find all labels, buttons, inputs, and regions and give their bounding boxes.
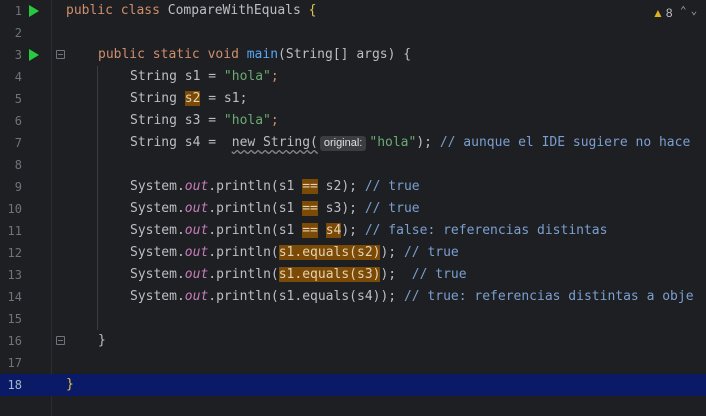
usage-highlight: s4 [325, 223, 342, 238]
line-number[interactable]: 7 [0, 132, 22, 154]
code-line-5[interactable]: 5 String s2 = s1; [0, 88, 706, 110]
code-line-18-current[interactable]: 18 } [0, 374, 706, 396]
line-number[interactable]: 15 [0, 308, 22, 330]
code-line-1[interactable]: 1 public class CompareWithEquals { [0, 0, 706, 22]
code-line-4[interactable]: 4 String s1 = "hola"; [0, 66, 706, 88]
usage-highlight: s1.equals(s3) [278, 267, 381, 282]
usage-highlight: == [302, 201, 318, 216]
usage-highlight: == [302, 223, 318, 238]
run-method-icon[interactable] [29, 49, 39, 61]
line-number[interactable]: 3 [0, 44, 22, 66]
code-text[interactable]: } [66, 374, 74, 396]
line-number[interactable]: 13 [0, 264, 22, 286]
code-line-11[interactable]: 11 System.out.println(s1 == s4); // fals… [0, 220, 706, 242]
code-line-3[interactable]: 3 public static void main(String[] args)… [0, 44, 706, 66]
redundant-new-string: new String( [231, 135, 318, 150]
line-number[interactable]: 2 [0, 22, 22, 44]
code-text[interactable]: public class CompareWithEquals { [66, 0, 316, 22]
code-text[interactable]: } [98, 330, 106, 352]
code-text[interactable]: String s3 = "hola"; [130, 110, 279, 132]
code-text[interactable]: System.out.println(s1 == s4); // false: … [130, 220, 607, 242]
line-number[interactable]: 18 [0, 374, 22, 396]
code-text[interactable]: System.out.println(s1.equals(s3)); // tr… [130, 264, 467, 286]
usage-highlight: s1.equals(s2) [278, 245, 381, 260]
code-line-17[interactable]: 17 [0, 352, 706, 374]
code-text[interactable]: System.out.println(s1 == s2); // true [130, 176, 420, 198]
line-number[interactable]: 10 [0, 198, 22, 220]
line-number[interactable]: 14 [0, 286, 22, 308]
usage-highlight: == [302, 179, 318, 194]
code-line-13[interactable]: 13 System.out.println(s1.equals(s3)); //… [0, 264, 706, 286]
code-line-15[interactable]: 15 [0, 308, 706, 330]
line-number[interactable]: 5 [0, 88, 22, 110]
code-text[interactable]: String s1 = "hola"; [130, 66, 279, 88]
code-text[interactable]: String s4 = new String(original: "hola");… [130, 132, 690, 154]
line-number[interactable]: 12 [0, 242, 22, 264]
inlay-hint: original: [319, 136, 367, 151]
line-number[interactable]: 11 [0, 220, 22, 242]
line-number[interactable]: 8 [0, 154, 22, 176]
code-line-12[interactable]: 12 System.out.println(s1.equals(s2)); //… [0, 242, 706, 264]
code-line-2[interactable]: 2 [0, 22, 706, 44]
line-number[interactable]: 17 [0, 352, 22, 374]
code-line-9[interactable]: 9 System.out.println(s1 == s2); // true [0, 176, 706, 198]
code-text[interactable]: String s2 = s1; [130, 88, 247, 110]
code-line-6[interactable]: 6 String s3 = "hola"; [0, 110, 706, 132]
code-text[interactable]: System.out.println(s1.equals(s4)); // tr… [130, 286, 694, 308]
line-number[interactable]: 4 [0, 66, 22, 88]
code-line-8[interactable]: 8 [0, 154, 706, 176]
code-line-10[interactable]: 10 System.out.println(s1 == s3); // true [0, 198, 706, 220]
fold-icon[interactable] [56, 50, 65, 59]
line-number[interactable]: 6 [0, 110, 22, 132]
code-text[interactable]: System.out.println(s1.equals(s2)); // tr… [130, 242, 459, 264]
code-line-14[interactable]: 14 System.out.println(s1.equals(s4)); //… [0, 286, 706, 308]
code-text[interactable]: System.out.println(s1 == s3); // true [130, 198, 420, 220]
code-text[interactable]: public static void main(String[] args) { [98, 44, 411, 66]
usage-highlight: s2 [184, 91, 201, 106]
line-number[interactable]: 1 [0, 0, 22, 22]
run-class-icon[interactable] [29, 5, 39, 17]
line-number[interactable]: 16 [0, 330, 22, 352]
line-number[interactable]: 9 [0, 176, 22, 198]
code-line-7[interactable]: 7 String s4 = new String(original: "hola"… [0, 132, 706, 154]
fold-icon[interactable] [56, 336, 65, 345]
code-line-16[interactable]: 16 } [0, 330, 706, 352]
